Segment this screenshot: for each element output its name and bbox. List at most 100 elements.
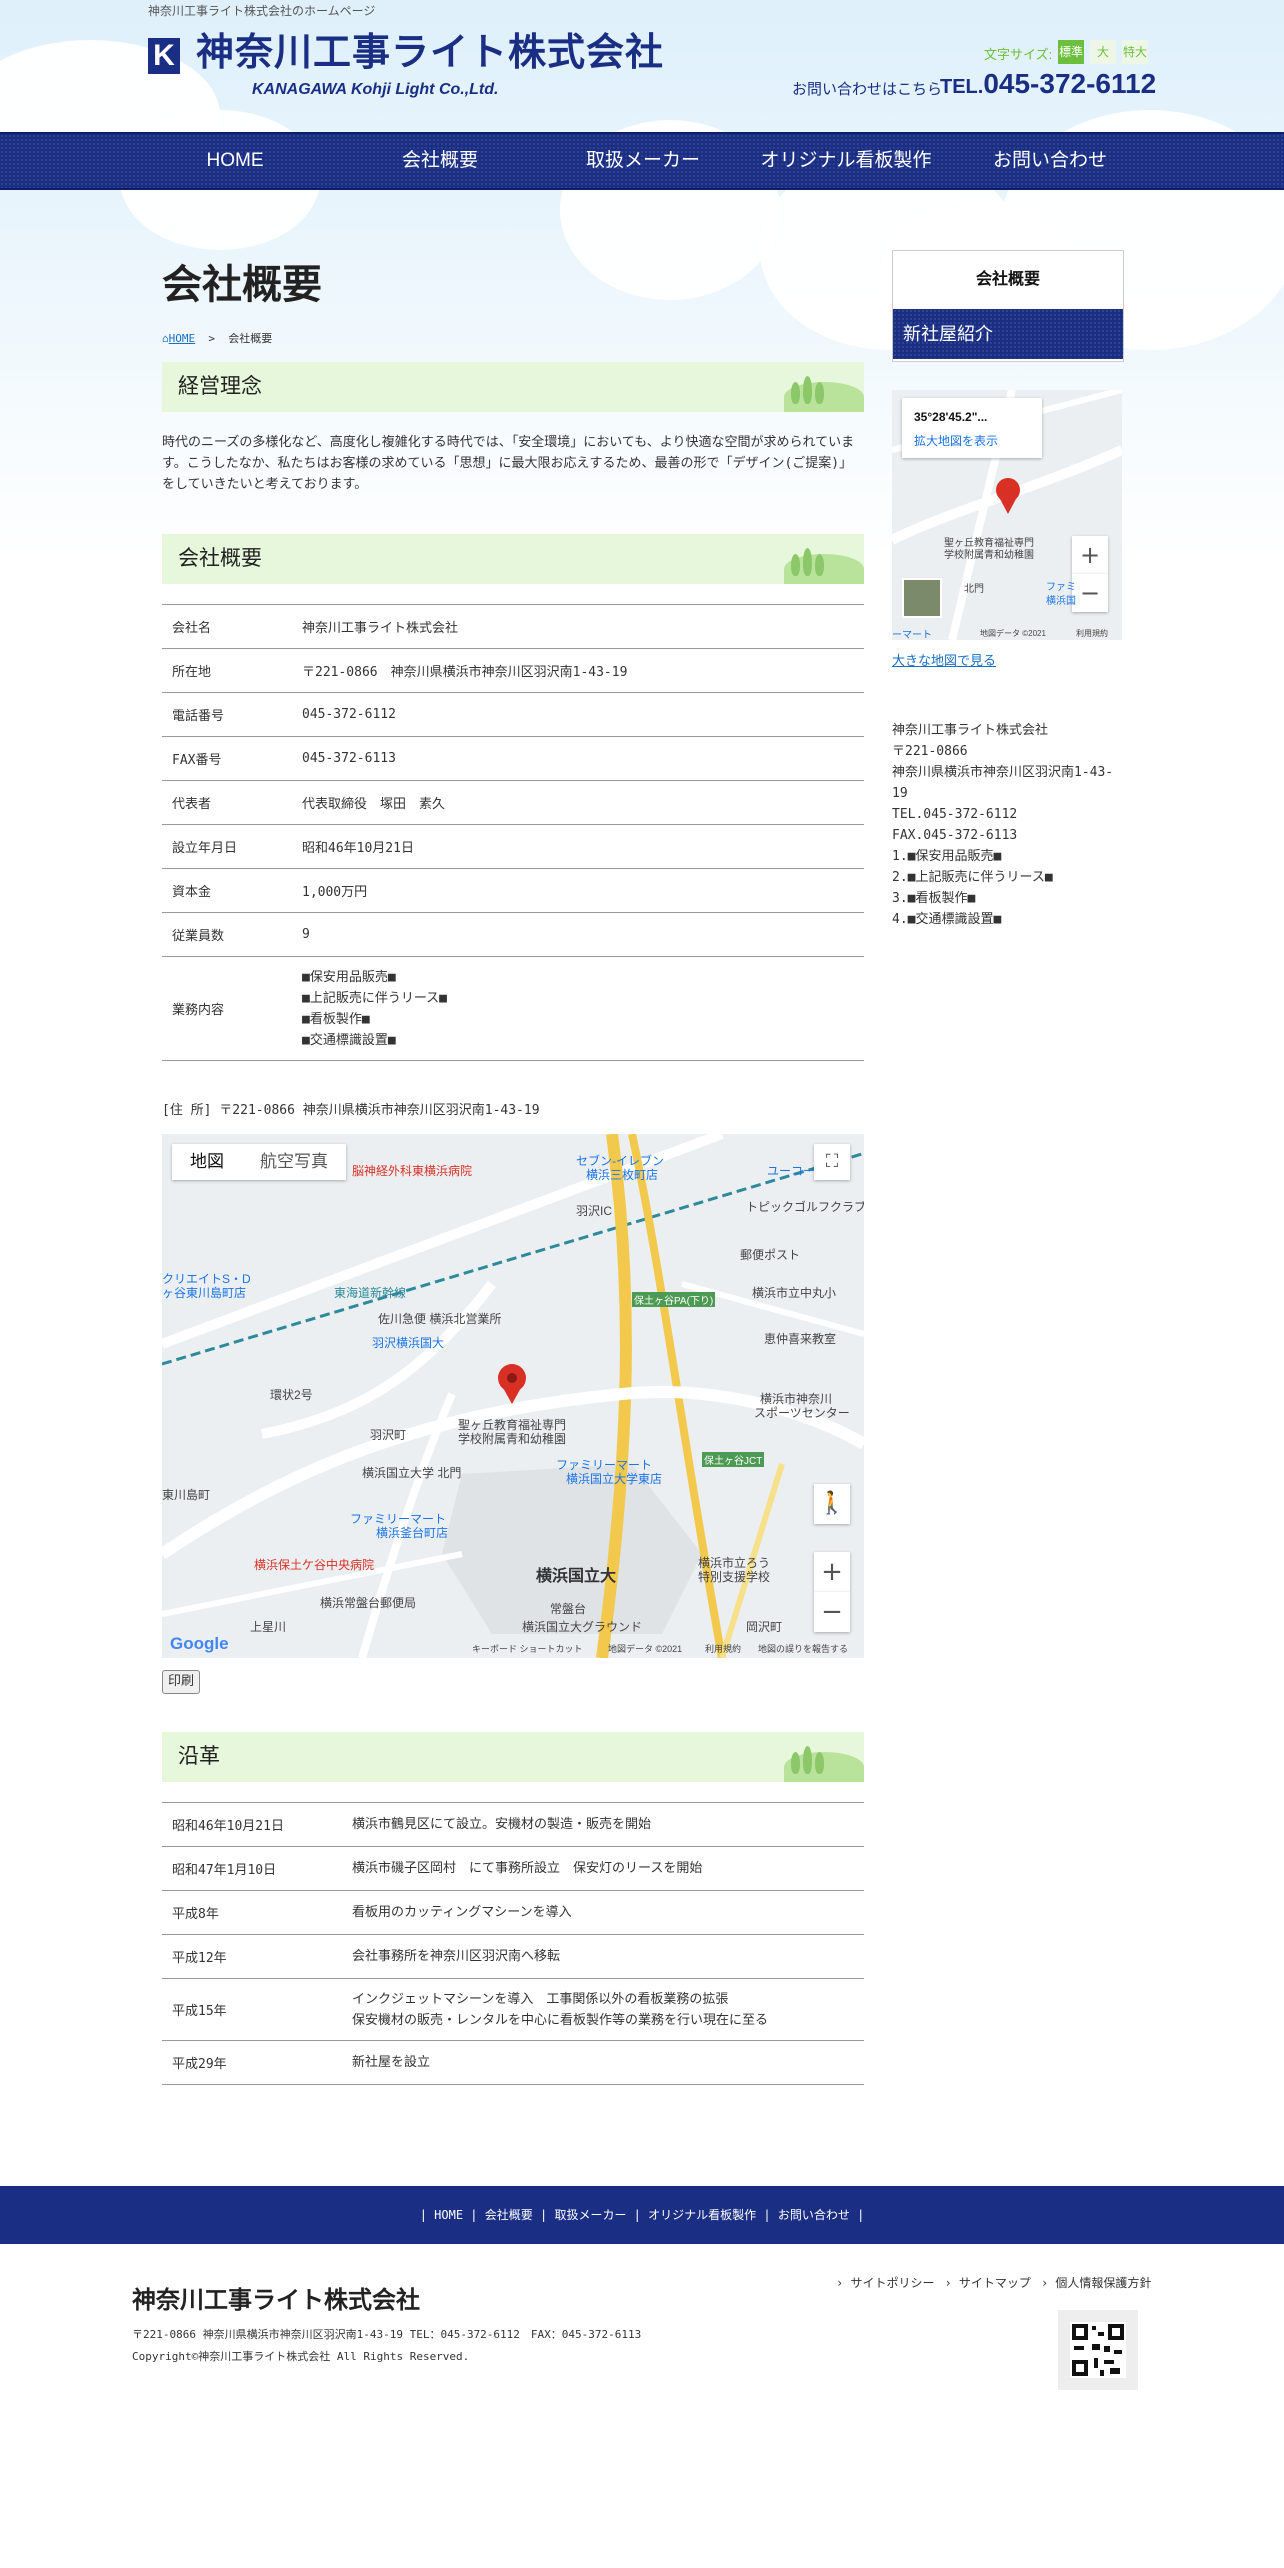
footer-link[interactable]: サイトポリシー [850,2276,934,2290]
history-text: インクジェットマシーンを導入 工事関係以外の看板業務の拡張 [352,1991,729,2007]
footer-nav-item[interactable]: オリジナル看板製作 [648,2208,756,2222]
map-type-control: 地図 航空写真 [172,1144,346,1180]
tree-icon [791,1752,800,1774]
footer-links: › サイトポリシー › サイトマップ › 個人情報保護方針 [836,2274,1161,2291]
zoom-in-icon[interactable]: + [1072,536,1108,574]
map-label: 横浜国立大 [536,1568,617,1585]
table-label: 従業員数 [162,912,292,957]
google-map[interactable]: 地図 航空写真 ⛶ 🚶 + − Google キーボード ショートカット 地図デ… [162,1134,864,1658]
footer-nav-item[interactable]: お問い合わせ [778,2208,850,2222]
section-title: 経営理念 [178,375,262,398]
nav-home[interactable]: HOME [170,134,300,188]
nav-makers[interactable]: 取扱メーカー [570,134,716,188]
map-footer-terms[interactable]: 利用規約 [1076,628,1108,639]
sidebar-map[interactable]: 35°28'45.2"... 拡大地図を表示 + − 聖ヶ丘教育福祉専門 学校附… [892,390,1122,640]
table-row: 電話番号 045-372-6112 [162,692,864,737]
header-phone[interactable]: TEL.045-372-6112 [940,68,1156,100]
sidebar-info-line: 3.■看板製作■ [892,891,976,906]
philosophy-text: 時代のニーズの多様化など、高度化し複雑化する時代では、「安全環境」においても、よ… [162,435,855,492]
page-title: 会社概要 [162,263,322,307]
nav-company[interactable]: 会社概要 [370,134,510,188]
satellite-thumbnail[interactable] [902,578,942,618]
footer-nav-item[interactable]: 取扱メーカー [554,2208,626,2222]
sidebar-menu: 会社概要 新社屋紹介 [892,250,1124,362]
history-date: 平成29年 [162,2040,342,2085]
font-size-large-button[interactable]: 大 [1090,40,1116,64]
font-size-standard-button[interactable]: 標準 [1058,40,1084,64]
table-value: 9 [292,912,864,957]
map-label: 東海道新幹線 [334,1286,407,1300]
overview-heading: 会社概要 [162,534,864,584]
breadcrumb-home[interactable]: HOME [169,332,196,345]
map-label: 特別支援学校 [698,1570,771,1584]
table-label: FAX番号 [162,736,292,781]
logo-company-name-en: KANAGAWA Kohji Light Co.,Ltd. [252,81,499,98]
fullscreen-icon[interactable]: ⛶ [814,1144,850,1180]
map-footer-report[interactable]: 地図の誤りを報告する [758,1642,848,1655]
logo-icon[interactable]: K [148,38,180,74]
history-cell: 会社事務所を神奈川区羽沢南へ移転 [342,1934,864,1979]
map-label: 羽沢町 [370,1428,407,1442]
table-row: 昭和47年1月10日 横浜市磯子区岡村 にて事務所設立 保安灯のリースを開始 [162,1846,864,1891]
google-logo: Google [170,1634,229,1653]
sidebar-info-line: 4.■交通標識設置■ [892,912,1002,927]
footer-nav-item[interactable]: HOME [434,2208,463,2222]
tree-icon [803,1746,812,1774]
font-size-label: 文字サイズ: [984,47,1053,62]
map-footer-shortcuts[interactable]: キーボード ショートカット [472,1642,583,1655]
section-title: 会社概要 [178,547,262,570]
sidebar-info-line: TEL.045-372-6112 [892,807,1018,822]
table-row: 昭和46年10月21日 横浜市鶴見区にて設立。安機材の製造・販売を開始 [162,1802,864,1847]
history-text: 保安機材の販売・レンタルを中心に看板製作等の業務を行い現在に至る [352,2012,769,2028]
table-label: 資本金 [162,868,292,913]
sidebar-info-line: FAX.045-372-6113 [892,828,1018,843]
chevron-right-icon: › [836,2276,851,2290]
sidebar-info-line: 神奈川工事ライト株式会社 [892,723,1049,738]
history-date: 平成12年 [162,1934,342,1979]
table-row: 会社名 神奈川工事ライト株式会社 [162,604,864,649]
print-button[interactable]: 印刷 [162,1670,200,1694]
home-icon[interactable]: ⌂ [162,332,169,345]
map-label: 横浜釜台町店 [376,1526,449,1540]
zoom-out-icon[interactable]: − [814,1592,850,1632]
history-date: 昭和46年10月21日 [162,1802,342,1847]
pegman-icon[interactable]: 🚶 [814,1484,850,1524]
history-date: 平成15年 [162,1978,342,2041]
footer-copyright: Copyright©神奈川工事ライト株式会社 All Rights Reserv… [132,2350,470,2363]
map-label: 学校附属青和幼稚園 [944,550,1034,561]
zoom-in-icon[interactable]: + [814,1552,850,1592]
breadcrumb: ⌂HOME > 会社概要 [162,330,272,346]
history-text: 新社屋を設立 [352,2055,431,2070]
map-footer-terms[interactable]: 利用規約 [705,1642,741,1655]
map-label: 横浜国立大グラウンド [522,1620,643,1634]
sidebar-info-line: 2.■上記販売に伴うリース■ [892,870,1053,885]
footer-link[interactable]: 個人情報保護方針 [1055,2276,1151,2290]
sidebar-info-line: 神奈川県横浜市神奈川区羽沢南1-43-19 [892,765,1114,801]
map-label: 上星川 [250,1620,287,1634]
sidebar-item-new-building[interactable]: 新社屋紹介 [893,309,1123,359]
table-value: ■保安用品販売■ ■上記販売に伴うリース■ ■看板製作■ ■交通標識設置■ [292,956,864,1061]
map-label: 保土ヶ谷JCT [702,1452,765,1467]
sidebar-title: 会社概要 [893,251,1123,310]
map-label: 横浜国立大学 北門 [362,1466,462,1480]
logo-company-name[interactable]: 神奈川工事ライト株式会社 [196,28,664,78]
nav-signboard[interactable]: オリジナル看板製作 [756,134,936,188]
table-row: 所在地 〒221-0866 神奈川県横浜市神奈川区羽沢南1-43-19 [162,648,864,693]
table-row: 従業員数 9 [162,912,864,957]
zoom-out-icon[interactable]: − [1072,574,1108,612]
big-map-link[interactable]: 大きな地図で見る [892,650,996,669]
history-date: 昭和47年1月10日 [162,1846,342,1891]
map-label: 岡沢町 [746,1620,783,1634]
font-size-xlarge-button[interactable]: 特大 [1122,40,1148,64]
map-enlarge-link[interactable]: 拡大地図を表示 [914,432,998,449]
map-tab-satellite[interactable]: 航空写真 [242,1144,346,1180]
nav-contact[interactable]: お問い合わせ [980,134,1120,188]
tree-icon [791,554,800,576]
table-label: 電話番号 [162,692,292,737]
footer-nav-item[interactable]: 会社概要 [485,2208,533,2222]
table-row: 代表者 代表取締役 塚田 素久 [162,780,864,825]
map-footer-data: 地図データ ©2021 [980,629,1046,638]
map-tab-map[interactable]: 地図 [172,1144,242,1180]
history-cell: 横浜市鶴見区にて設立。安機材の製造・販売を開始 [342,1802,864,1847]
footer-link[interactable]: サイトマップ [959,2276,1031,2290]
